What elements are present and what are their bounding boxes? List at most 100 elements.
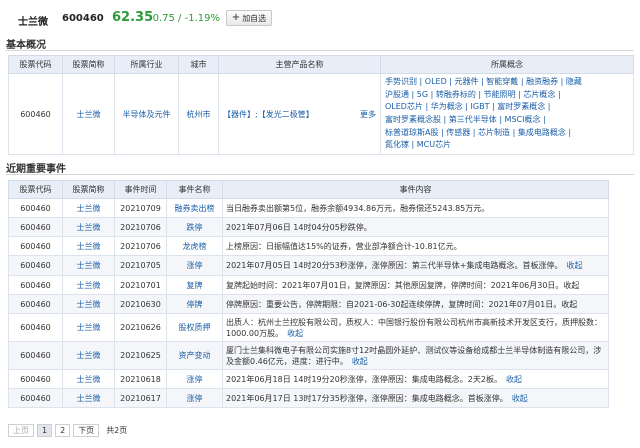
event-stock-link[interactable]: 士兰微 xyxy=(62,217,115,237)
event-row: 600460 士兰微 20210625 资产变动 厦门士兰集科微电子有限公司实施8寸12… xyxy=(8,341,609,370)
event-content: 厦门士兰集科微电子有限公司实施8寸12吋晶圆外延护、测试仪等设备给成都士兰半导体… xyxy=(222,341,609,370)
event-row: 600460 士兰微 20210701 复牌 复牌起始时间：2021年07月01日，复牌… xyxy=(8,275,609,295)
events-divider xyxy=(6,174,634,175)
event-code: 600460 xyxy=(8,313,63,342)
event-code: 600460 xyxy=(8,236,63,256)
col-stock-code: 股票代码 xyxy=(8,55,63,74)
event-stock-link[interactable]: 士兰微 xyxy=(62,313,115,342)
event-content-text: 复牌起始时间：2021年07月01日，复牌原因：其他原因复牌，停牌时间：2021… xyxy=(226,280,580,290)
concept-line[interactable]: 氮化镓 | MCU芯片 xyxy=(385,139,629,152)
page-1-button[interactable]: 1 xyxy=(37,424,53,437)
page-2-button[interactable]: 2 xyxy=(55,424,71,437)
event-code: 600460 xyxy=(8,255,63,276)
event-content-text: 2021年07月05日 14时20分53秒涨停，涨停原因：第三代半导体+集成电路… xyxy=(226,261,563,270)
events-body: 600460 士兰微 20210709 融券卖出榜 当日融券卖出额第5位，融券余额493… xyxy=(8,198,609,408)
event-stock-link[interactable]: 士兰微 xyxy=(62,198,115,218)
col-industry: 所属行业 xyxy=(114,55,179,74)
event-content: 停牌原因：重要公告，停牌期限：自2021-06-30起连续停牌，复牌时间：202… xyxy=(222,294,609,314)
add-to-watchlist-button[interactable]: + 加自选 xyxy=(226,10,272,26)
event-row: 600460 士兰微 20210626 股权质押 出质人：杭州士兰控股有限公司，质权人：… xyxy=(8,313,609,342)
event-code: 600460 xyxy=(8,275,63,295)
events-table: 股票代码 股票简称 事件时间 事件名称 事件内容 600460 士兰微 202107… xyxy=(8,180,609,408)
stock-header: 士兰微 600460 62.35 -0.75 / -1.19% + 加自选 xyxy=(0,0,640,38)
concept-line[interactable]: 手势识别 | OLED | 元器件 | 智能穿戴 | 融资融券 | 隐藏 xyxy=(385,76,629,89)
event-code: 600460 xyxy=(8,369,63,389)
event-code: 600460 xyxy=(8,294,63,314)
event-content-text: 出质人：杭州士兰控股有限公司，质权人：中国银行股份有限公司杭州市高新技术开发区支… xyxy=(226,317,602,338)
event-content-text: 2021年07月06日 14时04分05秒跌停。 xyxy=(226,222,372,232)
event-date: 20210625 xyxy=(114,341,167,370)
event-type-link[interactable]: 停牌 xyxy=(166,294,223,314)
overview-title: 基本概况 xyxy=(6,40,46,51)
events-title: 近期重要事件 xyxy=(6,164,66,175)
event-code: 600460 xyxy=(8,198,63,218)
collapse-link[interactable]: 收起 xyxy=(512,394,528,403)
event-type-link[interactable]: 涨停 xyxy=(166,369,223,389)
stock-name: 士兰微 xyxy=(18,17,48,28)
event-content-text: 厦门士兰集科微电子有限公司实施8寸12吋晶圆外延护、测试仪等设备给成都士兰半导体… xyxy=(226,345,602,366)
event-content-text: 上榜原因：日振幅值达15%的证券，营业部净额合计-10.81亿元。 xyxy=(226,241,462,251)
col-event-type: 事件名称 xyxy=(166,180,223,199)
event-row: 600460 士兰微 20210618 涨停 2021年06月18日 14时19分20秒… xyxy=(8,369,609,389)
event-stock-link[interactable]: 士兰微 xyxy=(62,369,115,389)
stock-price: 62.35 xyxy=(112,10,154,25)
overview-name-link[interactable]: 士兰微 xyxy=(62,73,115,155)
event-row: 600460 士兰微 20210706 跌停 2021年07月06日 14时04分05秒… xyxy=(8,217,609,237)
overview-table: 股票代码 股票简称 所属行业 城市 主营产品名称 所属概念 600460 士兰微… xyxy=(8,55,634,155)
event-type-link[interactable]: 复牌 xyxy=(166,275,223,295)
event-stock-link[interactable]: 士兰微 xyxy=(62,275,115,295)
event-date: 20210706 xyxy=(114,236,167,256)
overview-products-link[interactable]: 【器件】;【发光二极管】 xyxy=(223,110,314,119)
event-content: 2021年07月06日 14时04分05秒跌停。 xyxy=(222,217,609,237)
event-code: 600460 xyxy=(8,341,63,370)
event-type-link[interactable]: 股权质押 xyxy=(166,313,223,342)
col-concepts: 所属概念 xyxy=(380,55,634,74)
event-type-link[interactable]: 跌停 xyxy=(166,217,223,237)
event-date: 20210709 xyxy=(114,198,167,218)
concept-line[interactable]: OLED芯片 | 华为概念 | IGBT | 富时罗素概念 | xyxy=(385,101,629,114)
col-stock-name: 股票简称 xyxy=(62,55,115,74)
event-date: 20210618 xyxy=(114,369,167,389)
pagination: 上页 1 2 下页 共2页 xyxy=(8,424,127,437)
overview-more-link[interactable]: 更多 xyxy=(360,109,376,120)
next-page-button[interactable]: 下页 xyxy=(73,424,100,437)
col-event-content: 事件内容 xyxy=(222,180,609,199)
overview-concepts-cell: 手势识别 | OLED | 元器件 | 智能穿戴 | 融资融券 | 隐藏 沪股通… xyxy=(380,73,634,155)
event-content: 出质人：杭州士兰控股有限公司，质权人：中国银行股份有限公司杭州市高新技术开发区支… xyxy=(222,313,609,342)
event-row: 600460 士兰微 20210705 涨停 2021年07月05日 14时20分53秒… xyxy=(8,255,609,276)
event-stock-link[interactable]: 士兰微 xyxy=(62,294,115,314)
event-stock-link[interactable]: 士兰微 xyxy=(62,341,115,370)
col-products: 主营产品名称 xyxy=(218,55,381,74)
collapse-link[interactable]: 收起 xyxy=(287,329,303,338)
event-type-link[interactable]: 融券卖出榜 xyxy=(166,198,223,218)
event-type-link[interactable]: 涨停 xyxy=(166,388,223,408)
collapse-link[interactable]: 收起 xyxy=(352,357,368,366)
event-type-link[interactable]: 涨停 xyxy=(166,255,223,276)
event-date: 20210626 xyxy=(114,313,167,342)
prev-page-button[interactable]: 上页 xyxy=(8,424,34,437)
overview-city-link[interactable]: 杭州市 xyxy=(178,73,219,155)
event-type-link[interactable]: 资产变动 xyxy=(166,341,223,370)
plus-icon: + xyxy=(231,12,241,23)
event-date: 20210706 xyxy=(114,217,167,237)
collapse-link[interactable]: 收起 xyxy=(567,261,583,270)
event-content-text: 2021年06月18日 14时19分20秒涨停，涨停原因：集成电路概念。2天2板… xyxy=(226,374,502,384)
event-stock-link[interactable]: 士兰微 xyxy=(62,388,115,408)
overview-row: 600460 士兰微 半导体及元件 杭州市 【器件】;【发光二极管】 更多 手势… xyxy=(8,73,634,155)
overview-industry-link[interactable]: 半导体及元件 xyxy=(114,73,179,155)
overview-products-cell: 【器件】;【发光二极管】 更多 xyxy=(218,73,381,155)
concept-line[interactable]: 沪股通 | 5G | 转融券标的 | 节能照明 | 芯片概念 | xyxy=(385,89,629,102)
event-code: 600460 xyxy=(8,388,63,408)
concept-line[interactable]: 富时罗素概念股 | 第三代半导体 | MSCI概念 | xyxy=(385,114,629,127)
event-type-link[interactable]: 龙虎榜 xyxy=(166,236,223,256)
event-code: 600460 xyxy=(8,217,63,237)
concept-line[interactable]: 标普道琼斯A股 | 传感器 | 芯片制造 | 集成电路概念 | xyxy=(385,127,629,140)
event-stock-link[interactable]: 士兰微 xyxy=(62,236,115,256)
event-content: 2021年07月05日 14时20分53秒涨停，涨停原因：第三代半导体+集成电路… xyxy=(222,255,609,276)
stock-code: 600460 xyxy=(62,13,104,24)
event-row: 600460 士兰微 20210617 涨停 2021年06月17日 13时17分35秒… xyxy=(8,388,609,408)
event-date: 20210617 xyxy=(114,388,167,408)
collapse-link[interactable]: 收起 xyxy=(506,375,522,384)
event-stock-link[interactable]: 士兰微 xyxy=(62,255,115,276)
stock-change: -0.75 / -1.19% xyxy=(149,13,220,24)
